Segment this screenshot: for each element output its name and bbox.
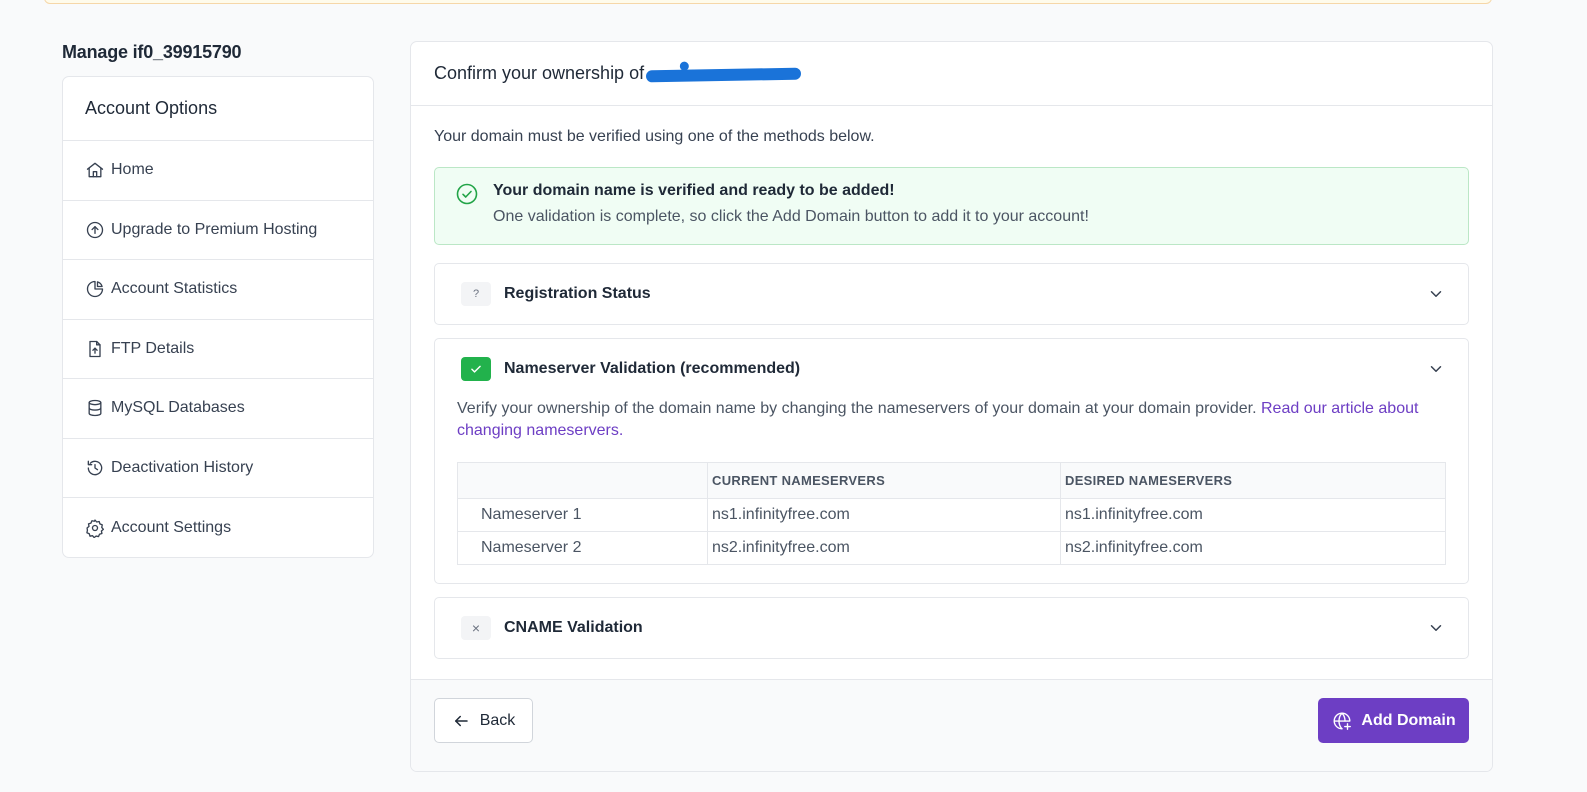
table-cell: ns2.infinityfree.com [707,531,1061,565]
gear-icon [86,519,104,538]
sidebar-item-label: MySQL Databases [111,399,245,417]
sidebar: Account Options Home Upgrade to Premium … [62,76,374,558]
card-body: Your domain must be verified using one o… [411,128,1492,659]
sidebar-item-label: FTP Details [111,339,195,357]
nameserver-validation-body: Verify your ownership of the domain name… [435,398,1468,583]
top-banner [44,0,1492,4]
redacted-domain [646,67,802,82]
registration-status-section: ? Registration Status [434,263,1469,325]
database-icon [88,400,102,417]
sidebar-item-home[interactable]: Home [63,141,373,201]
table-row: Nameserver 1 ns1.infinityfree.com ns1.in… [457,498,1446,532]
check-badge-icon [461,357,491,381]
sidebar-item-settings[interactable]: Account Settings [63,498,373,557]
file-upload-icon [89,340,101,357]
table-header-row: CURRENT NAMESERVERS DESIRED NAMESERVERS [457,462,1446,499]
intro-text: Your domain must be verified using one o… [434,128,875,145]
pie-chart-icon [86,281,104,298]
chevron-down-icon [1430,366,1442,372]
sidebar-item-deactivation-history[interactable]: Deactivation History [63,439,373,498]
table-header [457,462,708,499]
sidebar-item-mysql[interactable]: MySQL Databases [63,379,373,439]
card-header: Confirm your ownership of [411,42,1492,106]
check-circle-icon [456,183,478,205]
globe-plus-icon [1333,712,1352,730]
table-cell: ns2.infinityfree.com [1060,531,1446,565]
page-title: Manage if0_39915790 [62,42,242,62]
sidebar-item-ftp[interactable]: FTP Details [63,320,373,379]
sidebar-item-statistics[interactable]: Account Statistics [63,260,373,320]
success-alert: Your domain name is verified and ready t… [434,167,1469,245]
chevron-down-icon [1430,291,1442,297]
table-cell: ns1.infinityfree.com [1060,498,1446,532]
arrow-left-icon [454,715,468,726]
home-icon [86,162,104,178]
sidebar-item-label: Account Statistics [111,280,238,298]
domain-verification-card: Confirm your ownership of Your domain mu… [410,41,1493,772]
cname-validation-toggle[interactable]: × CNAME Validation [435,598,1468,658]
nameserver-validation-section: Nameserver Validation (recommended) Veri… [434,338,1469,584]
alert-title: Your domain name is verified and ready t… [493,182,895,199]
nameserver-validation-toggle[interactable]: Nameserver Validation (recommended) [435,339,1468,399]
back-button[interactable]: Back [434,698,533,743]
back-button-label: Back [479,711,516,729]
section-title: CNAME Validation [504,619,643,636]
section-title: Nameserver Validation (recommended) [504,360,801,377]
upgrade-arrow-icon [86,221,104,238]
section-title: Registration Status [504,285,651,302]
nameserver-table: CURRENT NAMESERVERS DESIRED NAMESERVERS … [457,462,1446,565]
table-cell: Nameserver 2 [457,531,708,565]
sidebar-item-label: Home [111,161,154,179]
description-text: Verify your ownership of the domain name… [457,400,1257,417]
nameserver-description: Verify your ownership of the domain name… [457,398,1446,442]
history-icon [87,460,103,476]
card-title: Confirm your ownership of [434,63,645,83]
sidebar-header: Account Options [63,77,373,141]
card-footer: Back Add Domain [411,679,1492,771]
sidebar-item-label: Upgrade to Premium Hosting [111,220,318,238]
registration-status-toggle[interactable]: ? Registration Status [435,264,1468,324]
sidebar-item-label: Deactivation History [111,458,254,476]
add-domain-button-label: Add Domain [1361,711,1456,729]
add-domain-button[interactable]: Add Domain [1318,698,1469,743]
sidebar-item-upgrade[interactable]: Upgrade to Premium Hosting [63,201,373,260]
table-row: Nameserver 2 ns2.infinityfree.com ns2.in… [457,531,1446,565]
alert-text: One validation is complete, so click the… [493,208,1089,225]
cname-validation-section: × CNAME Validation [434,597,1469,659]
sidebar-item-label: Account Settings [111,518,232,536]
chevron-down-icon [1430,625,1442,631]
table-header: DESIRED NAMESERVERS [1060,462,1446,499]
table-cell: Nameserver 1 [457,498,708,532]
question-icon: ? [461,282,491,306]
table-header: CURRENT NAMESERVERS [707,462,1061,499]
table-cell: ns1.infinityfree.com [707,498,1061,532]
close-icon: × [461,616,491,640]
